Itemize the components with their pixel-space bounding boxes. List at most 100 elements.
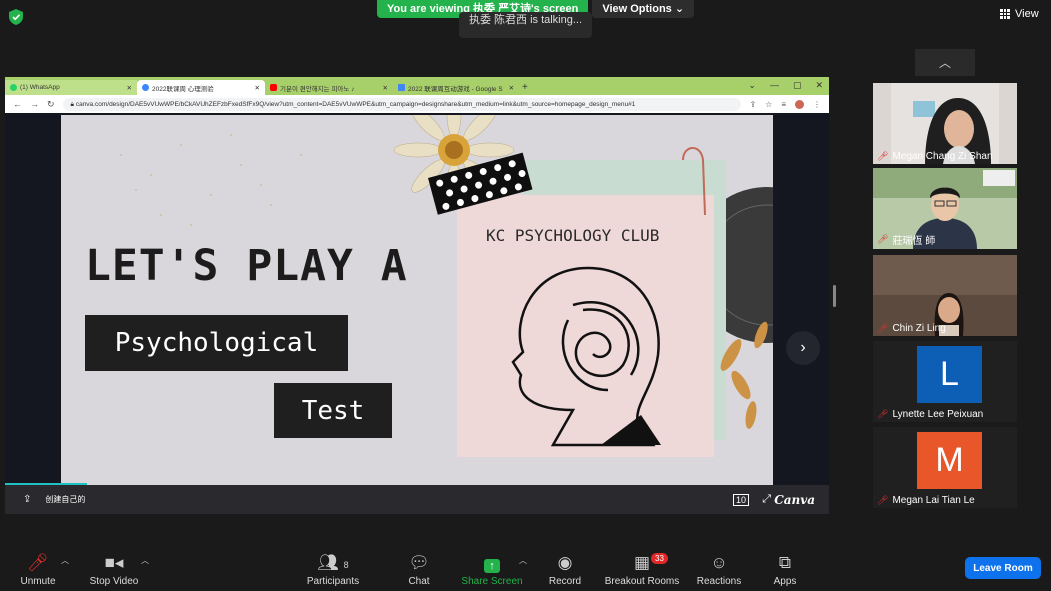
security-shield-icon[interactable]	[9, 9, 23, 25]
muted-mic-icon: 🎤︎	[877, 234, 889, 244]
test-label-box: Test	[274, 383, 392, 438]
tab-label: 2022联课周 心理测验	[152, 85, 214, 93]
canva-footer-bar: ⇪ 创建自己的 10 ⤢ Canva	[5, 485, 829, 514]
google-docs-icon	[398, 84, 405, 91]
club-name: KC PSYCHOLOGY CLUB	[486, 226, 660, 245]
apps-icon: ⧉	[778, 553, 792, 572]
lock-icon: 🔒︎	[70, 100, 75, 108]
chevron-up-icon: ︿	[938, 56, 951, 70]
url-field[interactable]: 🔒︎ canva.com/design/DAE5vVUwWPE/bCkAVUhZ…	[62, 97, 742, 111]
tab-search-icon[interactable]: ⌄	[748, 80, 756, 91]
view-options-button[interactable]: View Options ⌄	[592, 0, 695, 18]
window-controls: ⌄ — ▢ ✕	[748, 80, 823, 91]
chevron-right-icon: ›	[800, 339, 806, 356]
back-icon[interactable]: ←	[13, 99, 22, 110]
share-icon[interactable]: ⇪	[749, 100, 756, 109]
forward-icon[interactable]: →	[30, 99, 39, 110]
share-screen-label: Share Screen	[461, 576, 523, 587]
view-options-label: View Options	[602, 3, 672, 15]
new-tab-button[interactable]: +	[517, 80, 537, 95]
chat-button[interactable]: 💬︎ Chat	[404, 540, 434, 591]
participant-name: 🎤︎ Chin Zi Ling	[877, 323, 946, 334]
browser-tab-google-sheets[interactable]: 2022 联课周互动游戏 - Google S ✕	[393, 80, 517, 95]
psychological-label-box: Psychological	[85, 315, 348, 371]
breakout-rooms-button[interactable]: ▦ Breakout Rooms	[603, 540, 681, 591]
reactions-button[interactable]: ☺ Reactions	[696, 540, 742, 591]
video-options-caret-icon[interactable]: ︿	[141, 555, 149, 566]
grid-icon	[1000, 9, 1010, 19]
name-text: Chin Zi Ling	[892, 323, 946, 334]
close-icon[interactable]: ✕	[377, 84, 388, 92]
apps-label: Apps	[773, 576, 797, 587]
close-window-icon[interactable]: ✕	[815, 80, 823, 91]
participant-tile[interactable]: 🎤︎ 莊瑞恆 師	[873, 168, 1017, 249]
record-icon: ◉	[557, 553, 573, 572]
browser-tab-whatsapp[interactable]: (1) WhatsApp ✕	[5, 80, 137, 95]
participant-name: 🎤︎ Megan Chang Zi Shan	[877, 151, 993, 162]
slide-counter-icon[interactable]: 10	[732, 493, 749, 506]
name-text: Megan Chang Zi Shan	[892, 151, 993, 162]
meeting-toolbar: 🎤︎ Unmute ︿ ■◂ Stop Video ︿ 👥︎ 8 Partici…	[0, 540, 1051, 591]
tab-label: 기분이 편안해지는 피아노 ♪	[280, 85, 355, 93]
muted-mic-icon: 🎤︎	[877, 323, 889, 333]
name-text: 莊瑞恆 師	[892, 236, 936, 247]
panel-resize-handle[interactable]	[833, 285, 836, 307]
reload-icon[interactable]: ↻	[47, 99, 55, 110]
leave-room-label: Leave Room	[973, 562, 1033, 574]
participant-name: 🎤︎ Lynette Lee Peixuan	[877, 409, 983, 420]
name-text: Megan Lai Tian Le	[892, 495, 975, 506]
fullscreen-icon[interactable]: ⤢	[762, 493, 771, 506]
share-options-caret-icon[interactable]: ︿	[519, 555, 527, 566]
slide-decoration	[120, 115, 773, 457]
avatar: M	[917, 432, 982, 489]
participant-tile[interactable]: 🎤︎ Chin Zi Ling	[873, 255, 1017, 336]
tab-label: 2022 联课周互动游戏 - Google S	[408, 85, 503, 93]
canva-logo[interactable]: Canva	[774, 493, 815, 507]
chat-bubble-icon: 💬︎	[408, 553, 430, 572]
record-label: Record	[548, 576, 582, 587]
share-screen-button[interactable]: ↑ Share Screen	[461, 540, 523, 591]
avatar: L	[917, 346, 982, 403]
canva-viewer: LET'S PLAY A Psychological Test KC PSYCH…	[5, 113, 829, 485]
close-icon[interactable]: ✕	[503, 84, 514, 92]
profile-avatar[interactable]	[795, 99, 804, 109]
chevron-down-icon: ⌄	[674, 3, 685, 15]
menu-dots-icon[interactable]: ⋮	[813, 100, 821, 109]
close-icon[interactable]: ✕	[121, 84, 132, 92]
browser-address-bar: ← → ↻ 🔒︎ canva.com/design/DAE5vVUwWPE/bC…	[5, 95, 829, 113]
maximize-icon[interactable]: ▢	[793, 80, 802, 91]
reading-list-icon[interactable]: ≡	[781, 100, 786, 109]
tab-label: (1) WhatsApp	[20, 84, 60, 91]
next-slide-button[interactable]: ›	[786, 331, 820, 365]
muted-mic-icon: 🎤︎	[877, 409, 889, 419]
scroll-up-button[interactable]: ︿	[915, 49, 975, 76]
participant-name: 🎤︎ 莊瑞恆 師	[877, 232, 935, 247]
bookmark-star-icon[interactable]: ☆	[765, 100, 772, 109]
browser-tab-youtube[interactable]: 기분이 편안해지는 피아노 ♪ ✕	[265, 80, 393, 95]
video-camera-icon: ■◂	[104, 553, 124, 572]
name-text: Lynette Lee Peixuan	[892, 409, 984, 420]
slide-title: LET'S PLAY A	[85, 241, 408, 291]
minimize-icon[interactable]: —	[770, 80, 779, 91]
share-upload-icon[interactable]: ⇪	[23, 494, 31, 505]
participants-button[interactable]: 👥︎ 8 Participants	[304, 540, 362, 591]
participant-tile[interactable]: 🎤︎ Megan Chang Zi Shan	[873, 83, 1017, 164]
create-your-own-link[interactable]: 创建自己的	[45, 494, 85, 505]
browser-tab-strip: (1) WhatsApp ✕ 2022联课周 心理测验 ✕ 기분이 편안해지는 피아…	[5, 77, 829, 95]
talking-indicator: 执委 陈君西 is talking...	[459, 12, 592, 38]
muted-mic-icon: 🎤︎	[27, 553, 49, 572]
participant-tile[interactable]: M 🎤︎ Megan Lai Tian Le	[873, 427, 1017, 508]
view-button[interactable]: View	[1000, 4, 1039, 24]
record-button[interactable]: ◉ Record	[548, 540, 582, 591]
participant-tile[interactable]: L 🎤︎ Lynette Lee Peixuan	[873, 341, 1017, 422]
leave-room-button[interactable]: Leave Room	[965, 557, 1041, 579]
audio-options-caret-icon[interactable]: ︿	[61, 555, 69, 566]
close-icon[interactable]: ✕	[249, 84, 260, 92]
browser-tab-canva[interactable]: 2022联课周 心理测验 ✕	[137, 80, 265, 95]
apps-button[interactable]: ⧉ Apps	[772, 540, 798, 591]
chat-label: Chat	[408, 576, 430, 587]
unmute-button[interactable]: 🎤︎ Unmute	[16, 540, 60, 591]
stop-video-label: Stop Video	[89, 576, 139, 587]
stop-video-button[interactable]: ■◂ Stop Video	[86, 540, 142, 591]
participants-count: 8	[343, 560, 349, 570]
